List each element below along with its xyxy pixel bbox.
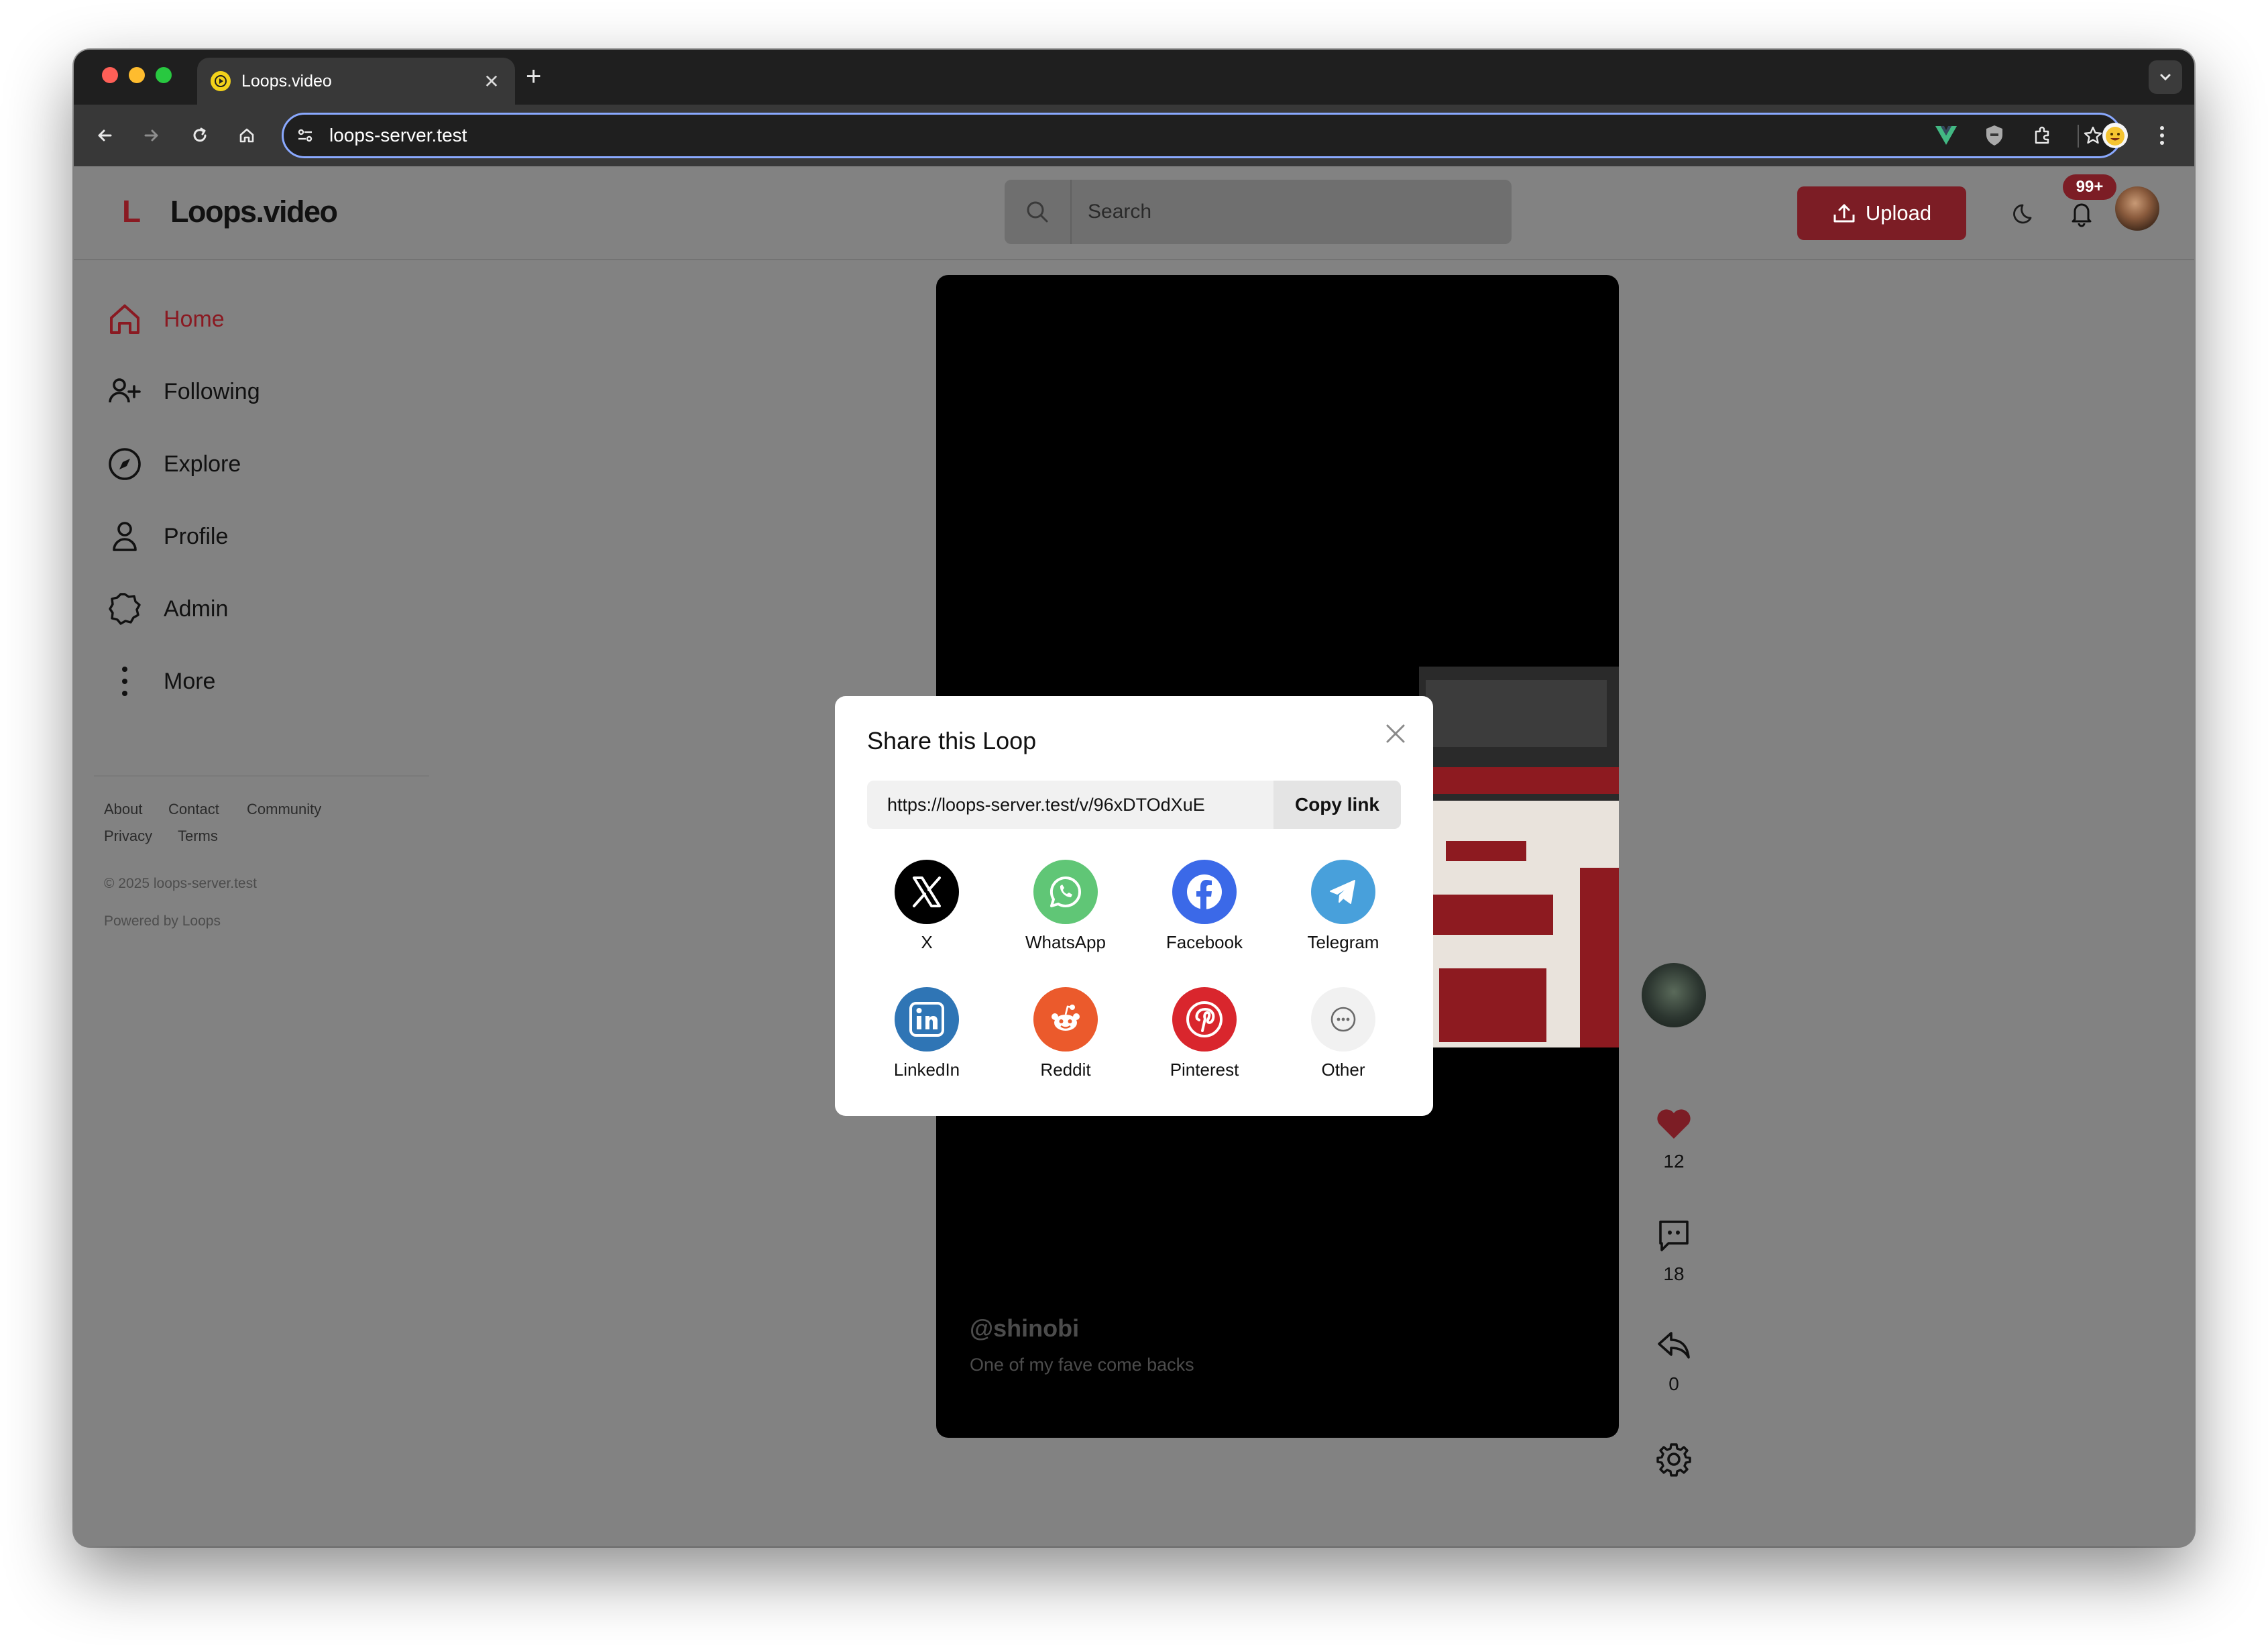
- telegram-icon: [1311, 860, 1375, 924]
- tab-search-button[interactable]: [2149, 60, 2182, 94]
- forward-button[interactable]: [135, 119, 168, 152]
- share-option-label: Facebook: [1166, 932, 1243, 952]
- reddit-icon: [1033, 987, 1098, 1052]
- share-option-label: X: [921, 932, 933, 952]
- loops-favicon-icon: [211, 71, 231, 91]
- close-window-button[interactable]: [102, 67, 118, 83]
- share-option-label: Pinterest: [1170, 1060, 1239, 1080]
- browser-toolbar: loops-server.test: [74, 105, 2194, 166]
- url-text: loops-server.test: [329, 125, 467, 146]
- browser-window: Loops.video ✕ + loops-server.test L Loop…: [74, 50, 2194, 1546]
- share-other-button[interactable]: Other: [1290, 987, 1397, 1080]
- tab-title: Loops.video: [241, 71, 332, 91]
- share-telegram-button[interactable]: Telegram: [1290, 860, 1397, 953]
- close-modal-button[interactable]: [1382, 720, 1409, 747]
- close-icon: [1386, 724, 1405, 743]
- minimize-window-button[interactable]: [129, 67, 145, 83]
- more-horizontal-icon: [1311, 987, 1375, 1052]
- site-settings-icon[interactable]: [296, 126, 315, 145]
- page-content: L Loops.video Search Upload 99+ Home Fol…: [74, 166, 2194, 1546]
- share-linkedin-button[interactable]: LinkedIn: [873, 987, 980, 1080]
- share-pinterest-button[interactable]: Pinterest: [1151, 987, 1258, 1080]
- share-whatsapp-button[interactable]: WhatsApp: [1012, 860, 1119, 953]
- share-x-button[interactable]: X: [873, 860, 980, 953]
- arrow-right-icon: [144, 129, 158, 141]
- reload-icon: [193, 127, 207, 142]
- browser-tab[interactable]: Loops.video ✕: [197, 58, 515, 105]
- browser-menu-button[interactable]: [2146, 119, 2178, 152]
- toolbar-divider: [2078, 125, 2079, 148]
- arrow-left-icon: [98, 129, 112, 141]
- address-bar[interactable]: loops-server.test: [282, 113, 2122, 158]
- tab-close-icon[interactable]: ✕: [481, 70, 502, 93]
- share-option-label: Reddit: [1040, 1060, 1091, 1080]
- home-outline-icon: [239, 128, 254, 143]
- share-option-label: Other: [1321, 1060, 1365, 1080]
- share-link-row: Copy link: [867, 781, 1401, 829]
- pinterest-icon: [1172, 987, 1237, 1052]
- chevron-down-icon: [2160, 74, 2171, 81]
- facebook-icon: [1172, 860, 1237, 924]
- copy-link-button[interactable]: Copy link: [1273, 781, 1401, 829]
- reload-button[interactable]: [184, 119, 216, 152]
- linkedin-icon: [895, 987, 959, 1052]
- vue-devtools-icon[interactable]: [1930, 119, 1962, 152]
- profile-emoji-avatar[interactable]: [2099, 119, 2131, 152]
- x-logo-icon: [895, 860, 959, 924]
- extensions-puzzle-icon[interactable]: [2027, 119, 2059, 152]
- share-link-input[interactable]: [867, 781, 1273, 829]
- kebab-menu-icon: [2160, 126, 2164, 145]
- share-option-label: WhatsApp: [1025, 932, 1106, 952]
- share-modal: Share this Loop Copy link X WhatsApp: [835, 696, 1433, 1116]
- shield-extension-icon[interactable]: [1978, 119, 2010, 152]
- share-modal-title: Share this Loop: [867, 727, 1037, 754]
- share-option-label: Telegram: [1307, 932, 1379, 952]
- maximize-window-button[interactable]: [156, 67, 172, 83]
- share-option-label: LinkedIn: [893, 1060, 960, 1080]
- back-button[interactable]: [89, 119, 121, 152]
- tab-bar: Loops.video ✕ +: [74, 50, 2194, 105]
- home-button[interactable]: [231, 119, 263, 152]
- share-facebook-button[interactable]: Facebook: [1151, 860, 1258, 953]
- share-reddit-button[interactable]: Reddit: [1012, 987, 1119, 1080]
- new-tab-button[interactable]: +: [526, 62, 541, 91]
- whatsapp-icon: [1033, 860, 1098, 924]
